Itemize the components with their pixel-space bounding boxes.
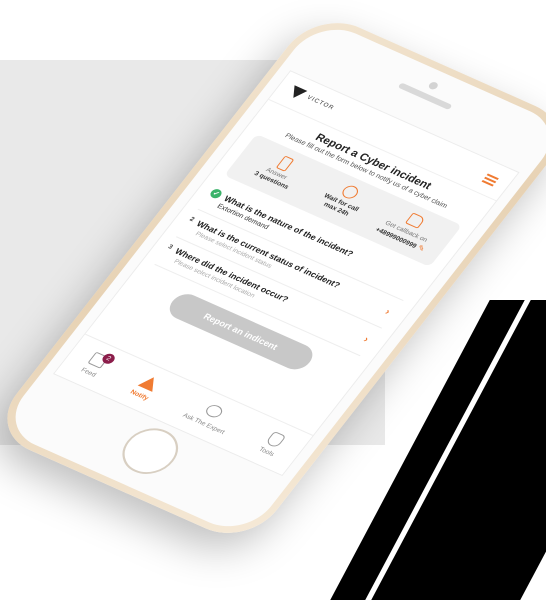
call-icon [338,183,361,201]
chat-bubble-icon [202,402,225,420]
tab-feed[interactable]: 2 Feed [79,351,118,379]
tab-notify[interactable]: Notify [129,373,162,402]
question-number: 2 [187,216,196,224]
tab-tools[interactable]: Tools [257,431,287,458]
app-logo: VICTOR [286,85,337,114]
camera-icon [426,80,440,91]
shield-icon [265,431,287,449]
logo-text: VICTOR [305,95,336,112]
warning-icon [137,373,161,392]
home-button[interactable] [111,420,189,482]
phone-icon [275,155,294,172]
tab-ask-the-expert[interactable]: Ask The Expert [181,397,238,436]
question-number: 3 [166,244,174,252]
hamburger-menu-icon[interactable] [481,173,500,187]
logo-mark-icon [286,85,308,101]
speaker-grille [397,82,453,110]
thumbs-up-icon [404,212,426,229]
check-icon: ✓ [208,187,224,200]
